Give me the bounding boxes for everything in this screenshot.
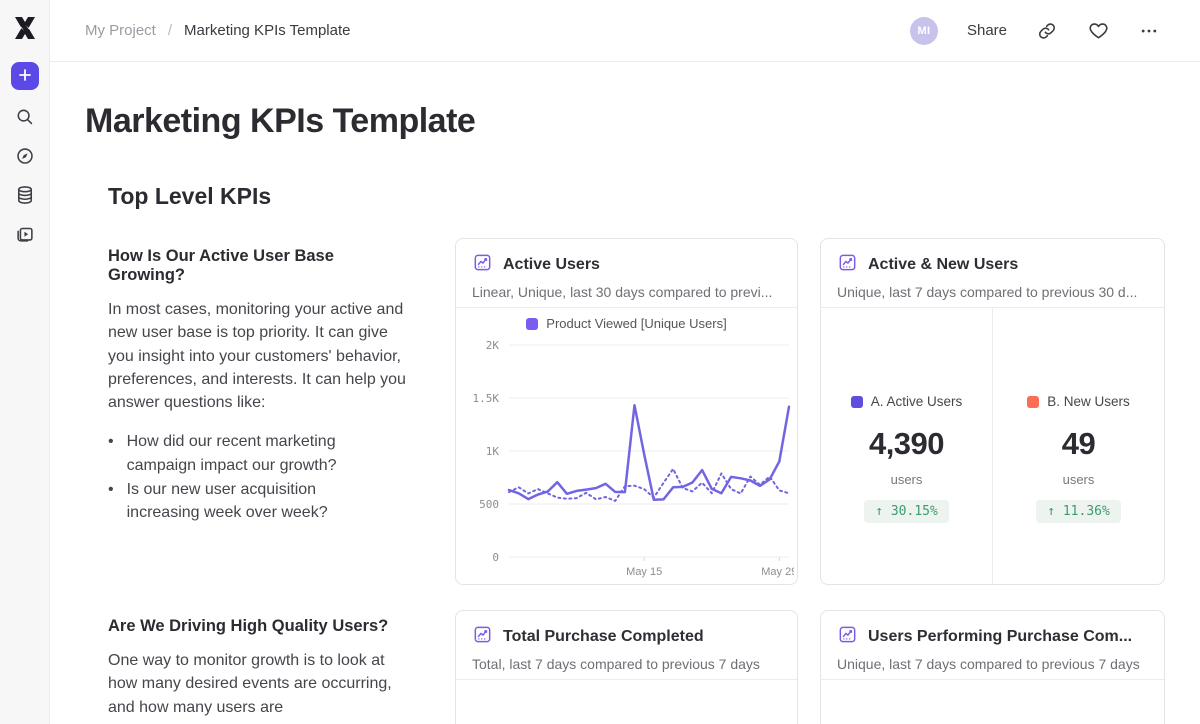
line-chart-report-icon xyxy=(472,624,493,650)
metric-delta-badge: ↑ 11.36% xyxy=(1036,500,1121,523)
card-subtitle: Linear, Unique, last 30 days compared to… xyxy=(472,284,781,300)
text-block-body: In most cases, monitoring your active an… xyxy=(108,298,413,414)
svg-text:May 29: May 29 xyxy=(761,566,794,578)
left-rail xyxy=(0,0,50,724)
metrics-panel: A. Active Users 4,390 users ↑ 30.15% B. … xyxy=(821,308,1164,584)
breadcrumb: My Project / Marketing KPIs Template xyxy=(50,22,351,39)
card-subtitle: Unique, last 7 days compared to previous… xyxy=(837,656,1148,672)
top-bar: My Project / Marketing KPIs Template MI … xyxy=(50,0,1200,62)
search-icon[interactable] xyxy=(13,105,37,129)
bullet-dot: • xyxy=(108,478,114,525)
card-title: Users Performing Purchase Com... xyxy=(868,628,1132,646)
page-title: Marketing KPIs Template xyxy=(85,102,475,141)
text-block-active-users: How Is Our Active User Base Growing? In … xyxy=(108,247,413,526)
card-header: Active & New Users Unique, last 7 days c… xyxy=(821,239,1164,308)
svg-text:May 15: May 15 xyxy=(626,566,662,578)
metric-swatch xyxy=(1027,396,1039,408)
compass-discover-icon[interactable] xyxy=(13,144,37,168)
card-active-new-users[interactable]: Active & New Users Unique, last 7 days c… xyxy=(820,238,1165,585)
card-title: Active & New Users xyxy=(868,256,1018,274)
text-block-body: One way to monitor growth is to look at … xyxy=(108,649,413,719)
text-block-heading: Are We Driving High Quality Users? xyxy=(108,617,413,636)
bullet-item: •Is our new user acquisition increasing … xyxy=(108,478,378,525)
metric-swatch xyxy=(851,396,863,408)
svg-text:2K: 2K xyxy=(486,339,500,352)
svg-text:0: 0 xyxy=(492,551,499,564)
metric-value: 4,390 xyxy=(869,426,944,462)
metric-new-users: B. New Users 49 users ↑ 11.36% xyxy=(992,308,1164,584)
breadcrumb-separator: / xyxy=(168,22,172,39)
text-block-quality-users: Are We Driving High Quality Users? One w… xyxy=(108,617,413,724)
bullet-item: •How did our recent marketing campaign i… xyxy=(108,430,378,477)
line-chart[interactable]: 0 500 1K 1.5K 2K May 15 May 29 xyxy=(464,335,794,583)
card-title: Active Users xyxy=(503,256,600,274)
card-header: Total Purchase Completed Total, last 7 d… xyxy=(456,611,797,680)
section-title: Top Level KPIs xyxy=(108,183,271,210)
chart-legend: Product Viewed [Unique Users] xyxy=(456,316,797,331)
mixpanel-logo-icon[interactable] xyxy=(12,15,38,41)
card-subtitle: Unique, last 7 days compared to previous… xyxy=(837,284,1148,300)
plus-icon xyxy=(17,67,33,86)
svg-text:1.5K: 1.5K xyxy=(473,392,500,405)
card-header: Active Users Linear, Unique, last 30 day… xyxy=(456,239,797,308)
metric-label: B. New Users xyxy=(1047,394,1130,409)
create-new-button[interactable] xyxy=(11,62,39,90)
favorite-heart-icon[interactable] xyxy=(1087,20,1109,42)
boards-reports-icon[interactable] xyxy=(13,222,37,246)
svg-text:1K: 1K xyxy=(486,445,500,458)
card-active-users[interactable]: Active Users Linear, Unique, last 30 day… xyxy=(455,238,798,585)
metric-active-users: A. Active Users 4,390 users ↑ 30.15% xyxy=(821,308,992,584)
metric-label: A. Active Users xyxy=(871,394,963,409)
card-users-purchase[interactable]: Users Performing Purchase Com... Unique,… xyxy=(820,610,1165,724)
card-total-purchase[interactable]: Total Purchase Completed Total, last 7 d… xyxy=(455,610,798,724)
card-header: Users Performing Purchase Com... Unique,… xyxy=(821,611,1164,680)
avatar[interactable]: MI xyxy=(910,17,938,45)
metric-unit: users xyxy=(1063,472,1095,487)
topbar-actions: MI Share xyxy=(910,17,1200,45)
card-title: Total Purchase Completed xyxy=(503,628,704,646)
more-ellipsis-icon[interactable] xyxy=(1138,20,1160,42)
text-block-heading: How Is Our Active User Base Growing? xyxy=(108,247,413,285)
app-window: My Project / Marketing KPIs Template MI … xyxy=(0,0,1200,724)
bullet-dot: • xyxy=(108,430,114,477)
share-button[interactable]: Share xyxy=(967,22,1007,39)
legend-swatch xyxy=(526,318,538,330)
svg-text:500: 500 xyxy=(479,498,499,511)
metric-delta-badge: ↑ 30.15% xyxy=(864,500,949,523)
line-chart-report-icon xyxy=(837,252,858,278)
data-management-icon[interactable] xyxy=(13,183,37,207)
board-canvas: Marketing KPIs Template Top Level KPIs H… xyxy=(50,62,1200,724)
legend-label: Product Viewed [Unique Users] xyxy=(546,316,726,331)
metric-unit: users xyxy=(891,472,923,487)
card-subtitle: Total, last 7 days compared to previous … xyxy=(472,656,781,672)
metric-value: 49 xyxy=(1062,426,1095,462)
line-chart-report-icon xyxy=(472,252,493,278)
breadcrumb-page[interactable]: Marketing KPIs Template xyxy=(184,22,350,39)
text-block-bullets: •How did our recent marketing campaign i… xyxy=(108,430,413,524)
copy-link-icon[interactable] xyxy=(1036,20,1058,42)
line-chart-report-icon xyxy=(837,624,858,650)
breadcrumb-project[interactable]: My Project xyxy=(85,22,156,39)
